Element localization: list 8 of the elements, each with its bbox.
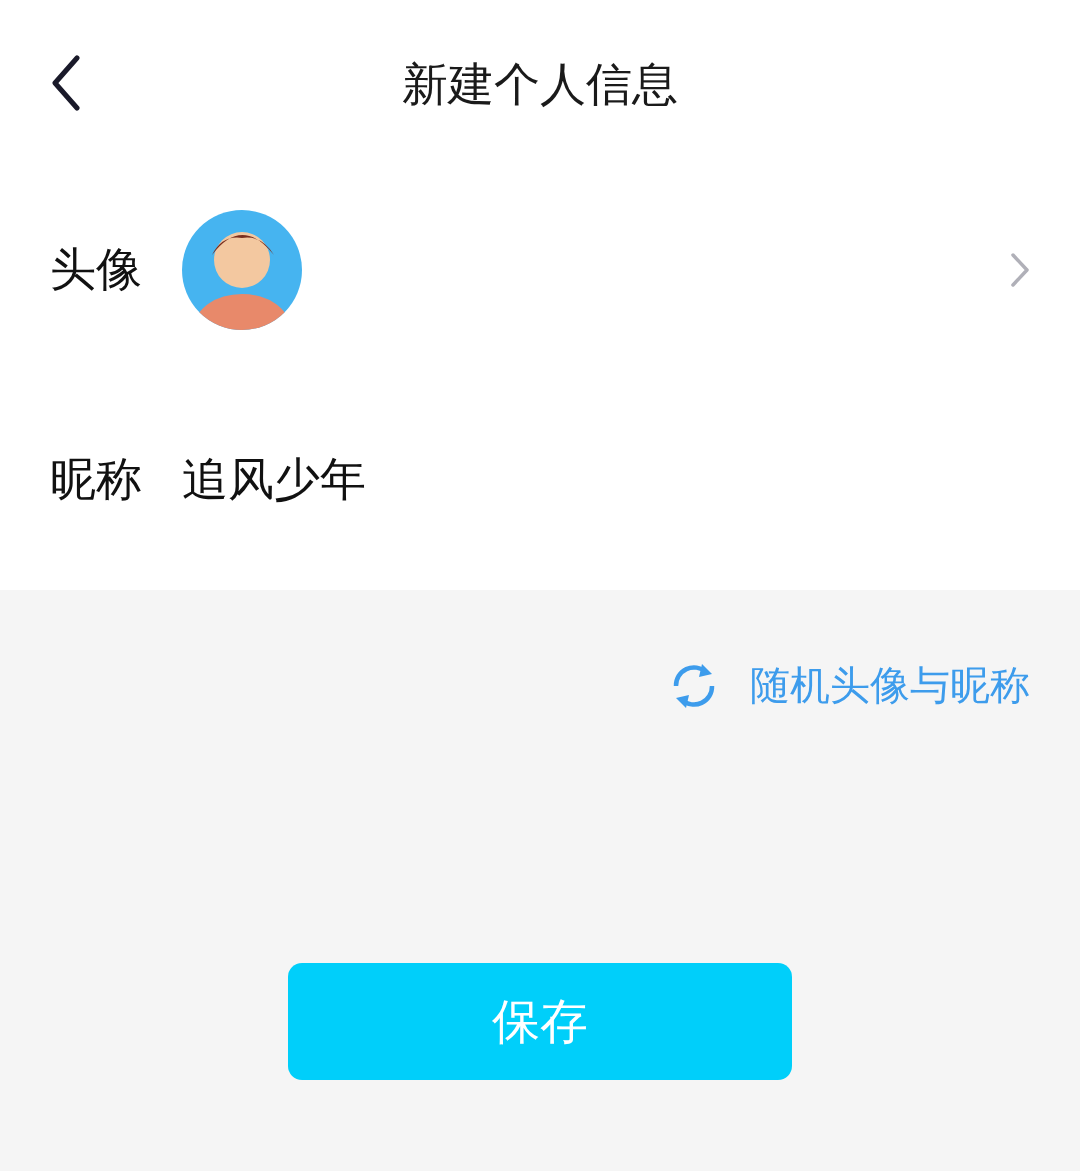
save-button[interactable]: 保存 — [288, 963, 792, 1080]
page-title: 新建个人信息 — [402, 56, 678, 113]
avatar-label: 头像 — [50, 241, 143, 298]
chevron-right-icon[interactable] — [1010, 252, 1030, 288]
random-avatar-link[interactable]: 随机头像与昵称 — [668, 658, 1030, 713]
back-icon — [51, 55, 81, 111]
nickname-value: 追风少年 — [182, 451, 366, 508]
nickname-label: 昵称 — [50, 451, 143, 508]
